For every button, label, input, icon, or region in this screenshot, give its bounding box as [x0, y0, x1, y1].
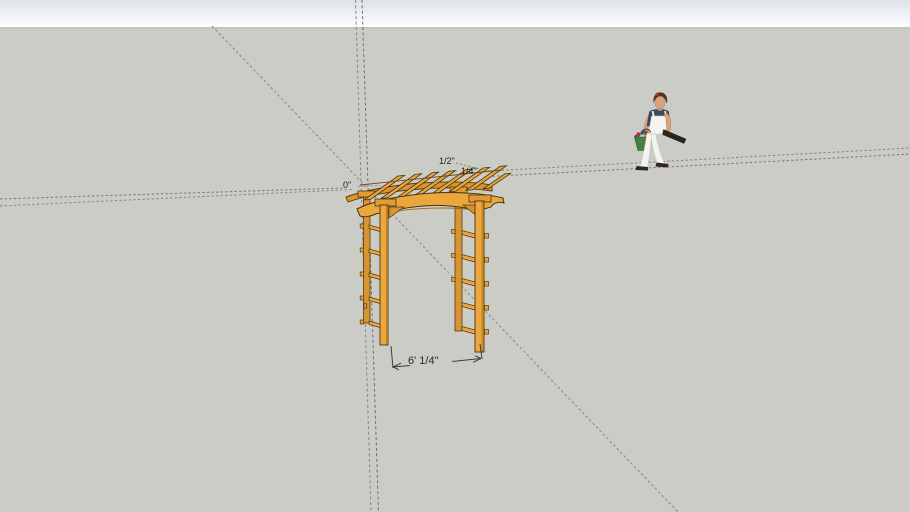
dimension-label-origin: 0" — [343, 181, 351, 190]
figure-garden-tool — [663, 130, 687, 144]
model-canvas — [0, 0, 910, 512]
scale-figure[interactable] — [634, 92, 686, 170]
figure-hair-clip — [655, 93, 658, 96]
figure-right-shoe — [656, 163, 669, 168]
dimension-label-roof-quarter: 1/4" — [461, 167, 477, 176]
model-viewport[interactable]: 5' 1/2" — [0, 0, 910, 512]
dimension-label-roof-half: 1/2" — [439, 157, 455, 166]
knee-brace-left — [389, 207, 404, 218]
figure-right-leg — [651, 134, 666, 166]
arbor-model[interactable] — [346, 166, 511, 352]
dimension-label-width: 6' 1/4" — [408, 356, 438, 367]
dimension-label-post-zero: 0 — [363, 303, 367, 311]
arbor-front-posts — [375, 195, 491, 352]
extension-line-left — [391, 346, 393, 368]
